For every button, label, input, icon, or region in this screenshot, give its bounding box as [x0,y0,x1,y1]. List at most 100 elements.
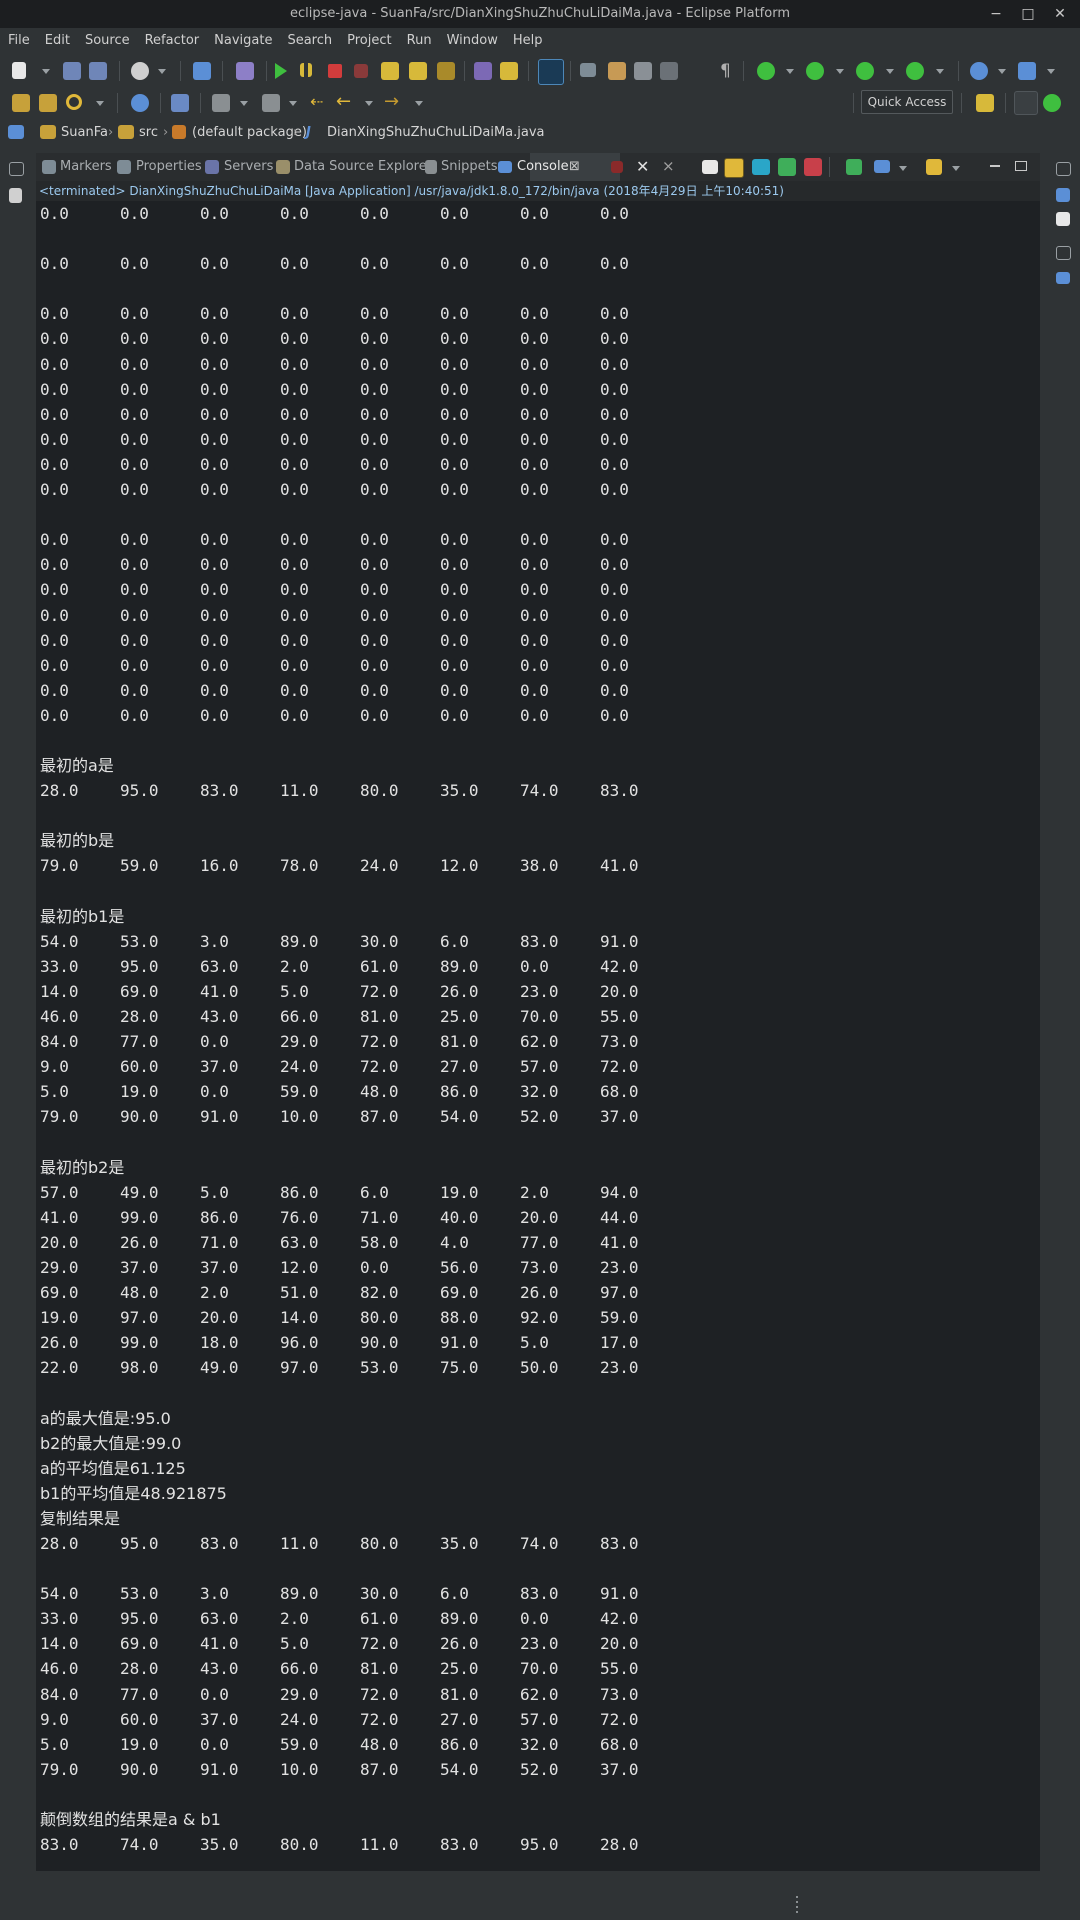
chevron-down-icon[interactable] [936,69,944,74]
breadcrumb-folder[interactable]: src [139,125,158,140]
menu-help[interactable]: Help [505,28,550,48]
breadcrumb-package[interactable]: (default package) [192,125,307,140]
show-on-stdout-icon[interactable] [778,158,796,176]
project-explorer-icon[interactable] [8,125,24,139]
skip-breakpoints-icon[interactable] [236,62,254,80]
external-tools-config-icon[interactable] [171,94,189,112]
console-output[interactable]: 0.0 0.0 0.0 0.0 0.0 0.0 0.0 0.0 0.0 0.0 0.0 0.0 0.0 0… [36,201,1040,1871]
mark-occurrences-icon[interactable] [608,62,626,80]
java-perspective-icon[interactable] [1014,91,1038,115]
show-on-stderr-icon[interactable] [804,158,822,176]
chevron-down-icon[interactable] [240,101,248,106]
restore-icon[interactable] [1056,246,1071,260]
use-step-filters-icon[interactable] [500,62,518,80]
save-all-icon[interactable] [89,62,107,80]
step-over-icon[interactable] [409,62,427,80]
minimize-button[interactable]: − [978,2,1014,26]
debug-perspective-icon[interactable] [1043,94,1061,112]
clear-console-icon[interactable] [702,160,718,174]
open-type-icon[interactable] [12,94,30,112]
tab-data-source-explorer[interactable]: Data Source Explorer [294,159,432,174]
back-arrow-icon[interactable]: ← [336,93,354,111]
scroll-lock-icon[interactable] [724,158,744,178]
menu-edit[interactable]: Edit [37,28,77,48]
disconnect-icon[interactable] [354,64,368,78]
tab-markers[interactable]: Markers [60,159,112,174]
resume-icon[interactable] [275,63,287,79]
external-tools-icon[interactable] [906,62,924,80]
display-console-icon[interactable] [874,160,890,173]
tab-snippets[interactable]: Snippets [441,159,497,174]
close-window-button[interactable]: ✕ [1042,2,1078,26]
terminal-icon[interactable] [193,62,211,80]
terminate-icon[interactable] [328,64,342,78]
chevron-down-icon[interactable] [786,69,794,74]
open-task-icon[interactable] [39,94,57,112]
tab-properties[interactable]: Properties [136,159,202,174]
minimize-view-icon[interactable] [990,165,1000,167]
new-java-class-icon[interactable] [1018,62,1036,80]
chevron-down-icon[interactable] [886,69,894,74]
remove-all-terminated-icon[interactable]: ⨯ [662,157,675,175]
close-tab-icon[interactable]: ⊠ [569,159,580,174]
open-console-icon[interactable] [926,159,942,175]
outline-icon[interactable] [1056,188,1070,202]
chevron-down-icon[interactable] [96,101,104,106]
chevron-down-icon[interactable] [998,69,1006,74]
editor-icon[interactable] [9,188,22,203]
chevron-down-icon[interactable] [158,69,166,74]
chevron-down-icon[interactable] [836,69,844,74]
debug-icon[interactable] [757,62,775,80]
block-selection-icon[interactable] [634,62,652,80]
menu-navigate[interactable]: Navigate [206,28,279,48]
step-into-icon[interactable] [381,62,399,80]
restore-icon[interactable] [1056,162,1071,176]
breadcrumb-file[interactable]: DianXingShuZhuChuLiDaiMa.java [327,125,545,140]
open-web-browser-icon[interactable] [131,94,149,112]
console-view-icon[interactable] [1056,272,1070,284]
pilcrow-icon[interactable]: ¶ [720,61,734,81]
step-return-icon[interactable] [437,62,455,80]
forward-arrow-icon[interactable]: → [384,93,402,111]
next-edit-icon[interactable] [262,94,280,112]
chevron-down-icon[interactable] [952,166,960,171]
run-icon[interactable] [806,62,824,80]
pin-console-icon[interactable] [846,159,862,175]
maximize-button[interactable]: □ [1010,2,1046,26]
chevron-down-icon[interactable] [42,69,50,74]
toggle-breadcrumb-icon[interactable] [538,59,564,85]
tab-servers[interactable]: Servers [224,159,273,174]
tab-console[interactable]: Console [517,159,569,174]
next-annotation-icon[interactable] [580,63,596,77]
new-java-project-icon[interactable] [970,62,988,80]
menu-run[interactable]: Run [399,28,439,48]
terminate-console-icon[interactable] [611,161,623,173]
chevron-down-icon[interactable] [899,166,907,171]
word-wrap-icon[interactable] [660,62,678,80]
save-icon[interactable] [63,62,81,80]
word-wrap-icon[interactable] [752,159,770,175]
menu-window[interactable]: Window [439,28,505,48]
quick-access-field[interactable]: Quick Access [861,90,953,114]
new-file-icon[interactable] [12,62,26,79]
remove-launch-icon[interactable]: ✕ [636,157,649,176]
menu-project[interactable]: Project [339,28,398,48]
menu-file[interactable]: File [0,28,37,48]
open-perspective-icon[interactable] [976,94,994,112]
breadcrumb-project[interactable]: SuanFa [61,125,108,140]
menu-search[interactable]: Search [279,28,339,48]
menu-refactor[interactable]: Refactor [137,28,207,48]
status-grip-handle[interactable] [796,1896,798,1914]
last-edit-location-icon[interactable] [212,94,230,112]
menu-source[interactable]: Source [77,28,137,48]
maximize-view-icon[interactable] [1015,161,1027,171]
chevron-down-icon[interactable] [1047,69,1055,74]
profile-icon[interactable] [131,62,149,80]
suspend-icon[interactable] [300,63,312,77]
chevron-down-icon[interactable] [289,101,297,106]
chevron-down-icon[interactable] [415,101,423,106]
restore-icon[interactable] [9,162,24,176]
back-history-icon[interactable]: ⇠ [310,94,326,110]
chevron-down-icon[interactable] [365,101,373,106]
task-list-icon[interactable] [1056,212,1070,226]
